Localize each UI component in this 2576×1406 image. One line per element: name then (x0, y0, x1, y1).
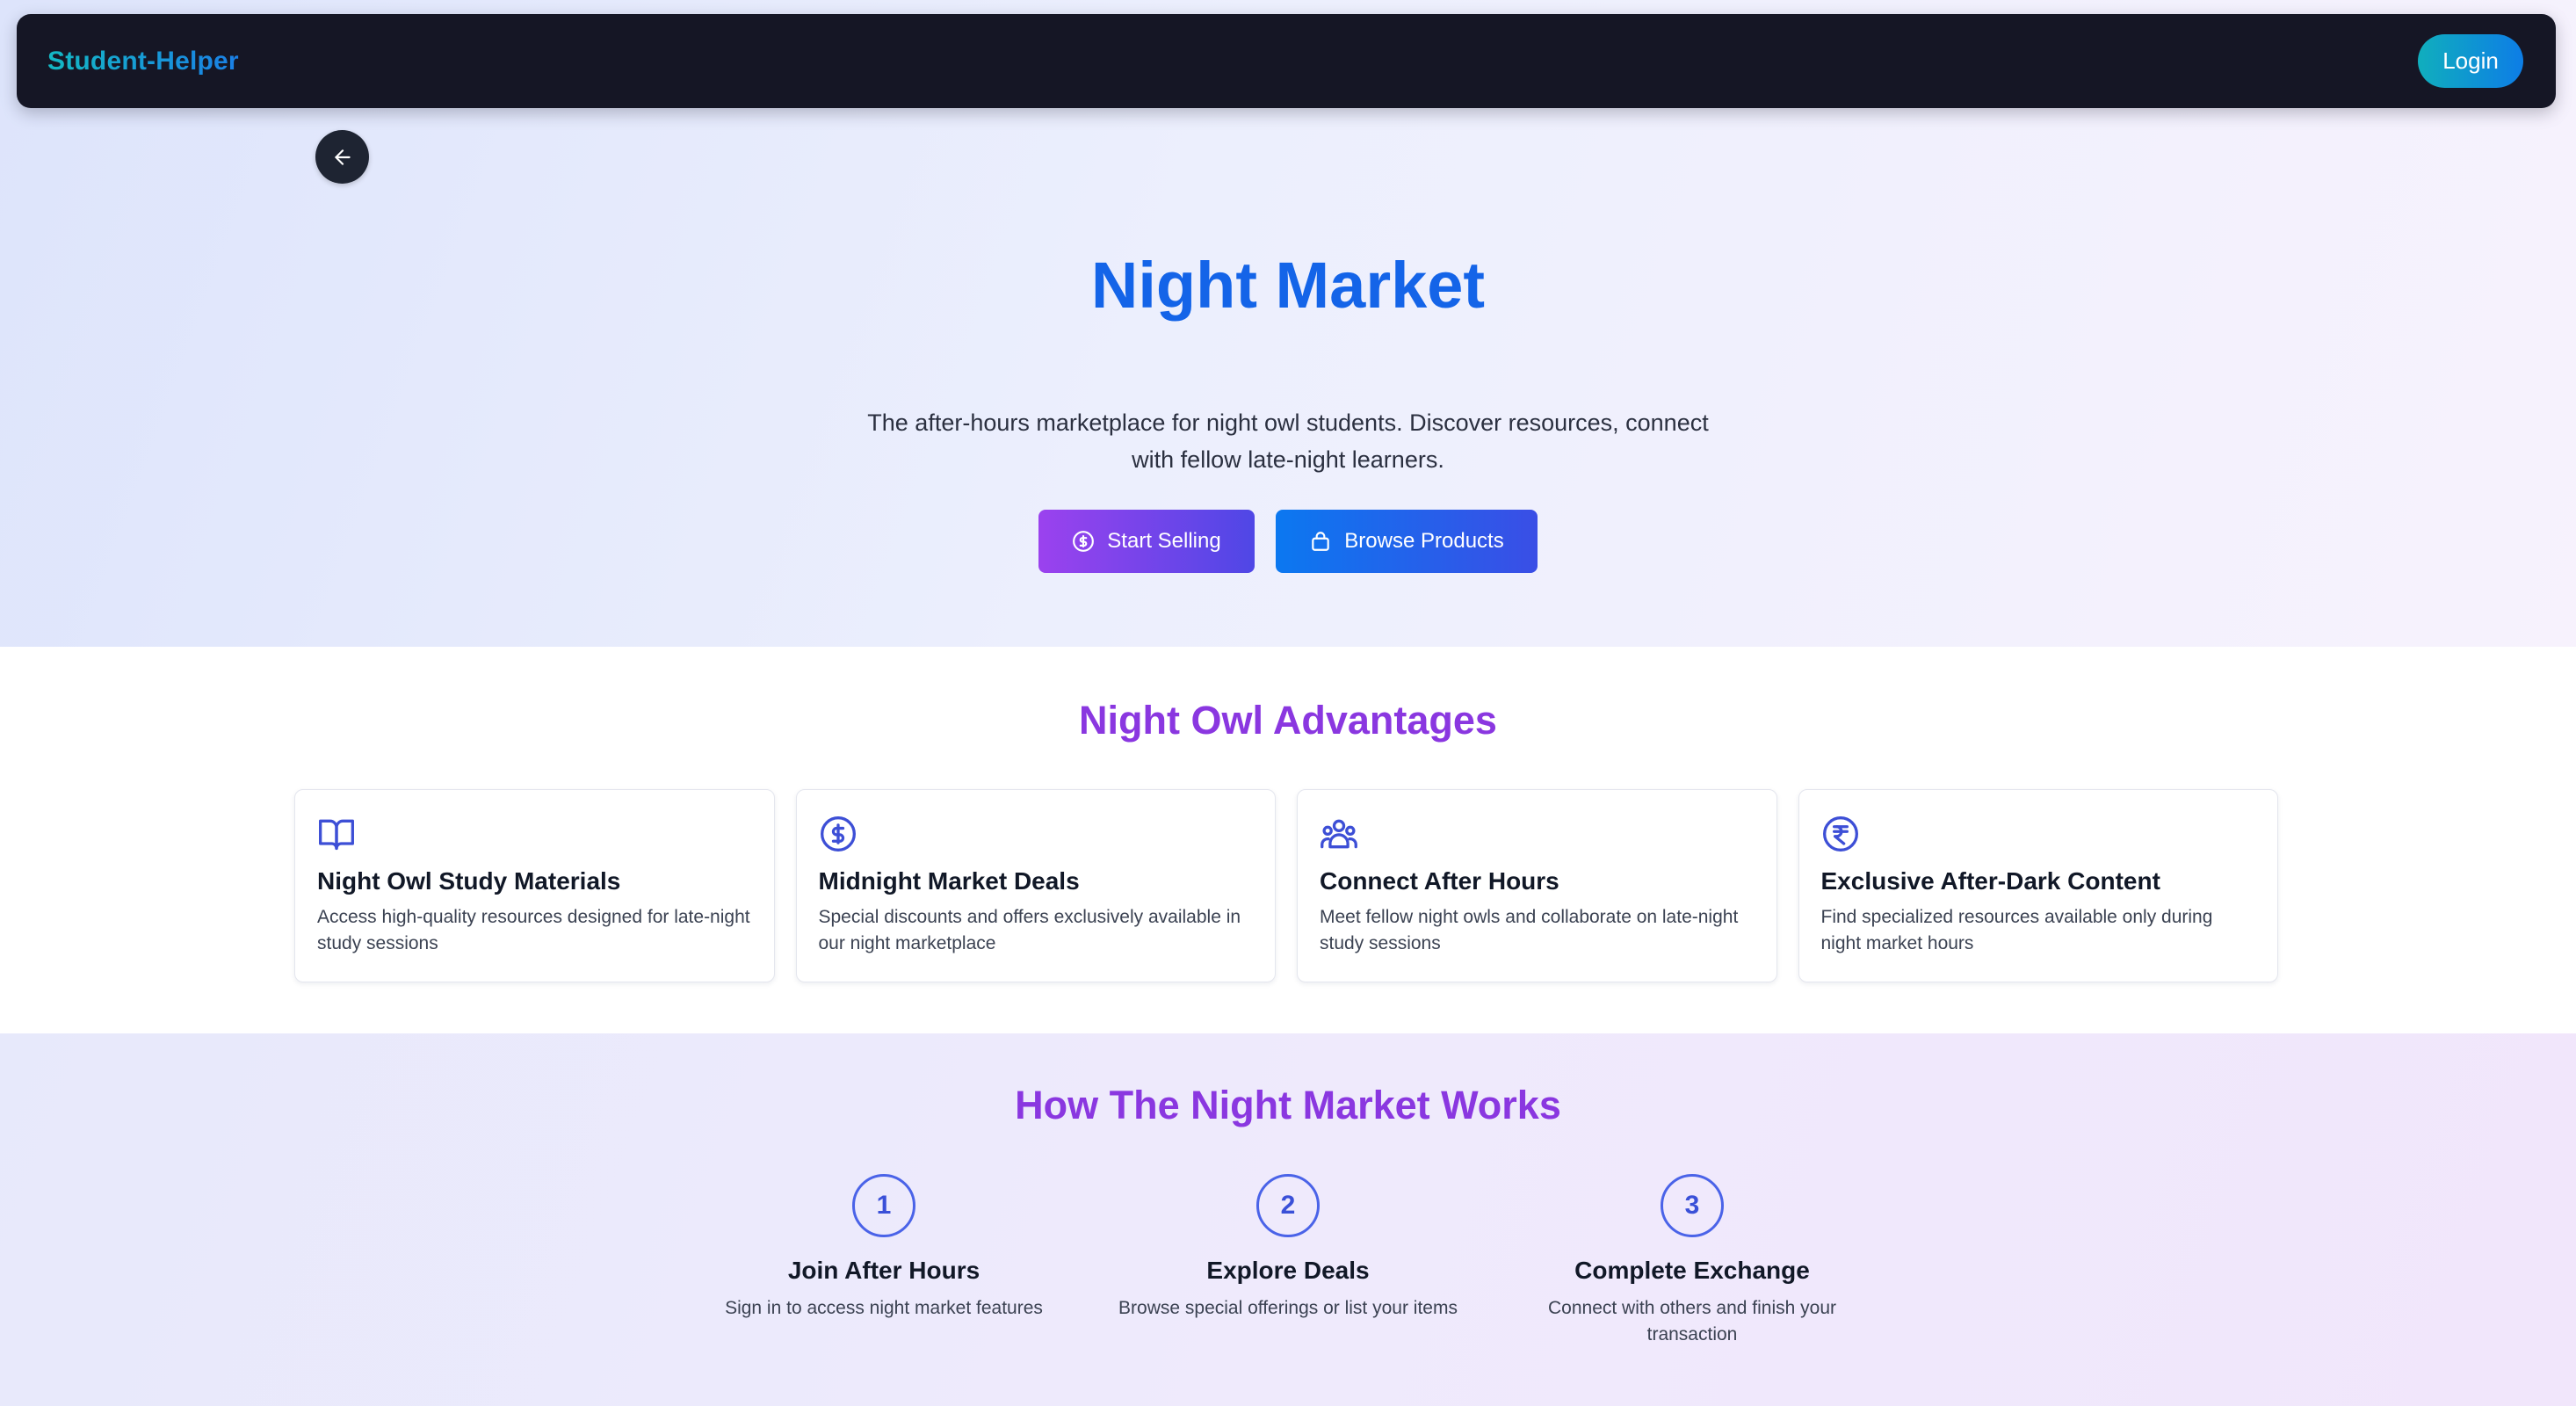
navbar: Student-Helper Login (17, 14, 2556, 108)
card-description: Meet fellow night owls and collaborate o… (1320, 907, 1739, 953)
advantage-card: Exclusive After-Dark Content Find specia… (1798, 789, 2278, 982)
step-title: Join After Hours (787, 1257, 980, 1284)
back-button[interactable] (315, 130, 369, 184)
step-item: 3 Complete Exchange Connect with others … (1515, 1174, 1870, 1348)
rupee-circle-icon (1822, 816, 1858, 852)
step-number: 1 (852, 1174, 915, 1237)
step-title: Complete Exchange (1574, 1257, 1810, 1284)
card-description: Special discounts and offers exclusively… (818, 907, 1241, 953)
book-icon (319, 819, 354, 851)
steps-list: 1 Join After Hours Sign in to access nig… (0, 1174, 2576, 1348)
login-button[interactable]: Login (2418, 34, 2523, 88)
advantage-card: Night Owl Study Materials Access high-qu… (294, 789, 775, 982)
how-it-works-title: How The Night Market Works (1015, 1083, 1561, 1127)
dollar-circle-icon (1073, 531, 1095, 552)
step-title: Explore Deals (1206, 1257, 1370, 1284)
step-description: Browse special offerings or list your it… (1118, 1298, 1458, 1318)
page-title: Night Market (1090, 249, 1486, 322)
advantages-title: Night Owl Advantages (1079, 698, 1497, 743)
advantage-card: Connect After Hours Meet fellow night ow… (1297, 789, 1777, 982)
browse-products-label: Browse Products (1344, 529, 1504, 553)
users-icon (1321, 819, 1357, 849)
shopping-bag-icon (1312, 532, 1330, 551)
advantage-card: Midnight Market Deals Special discounts … (795, 789, 1276, 982)
card-title: Connect After Hours (1320, 867, 1559, 895)
browse-products-button[interactable]: Browse Products (1276, 510, 1538, 573)
hero-actions: Start Selling Browse Products (0, 510, 2576, 573)
step-item: 1 Join After Hours Sign in to access nig… (706, 1174, 1061, 1348)
start-selling-button[interactable]: Start Selling (1038, 510, 1255, 573)
step-item: 2 Explore Deals Browse special offerings… (1111, 1174, 1465, 1348)
card-title: Midnight Market Deals (818, 867, 1080, 895)
card-title: Exclusive After-Dark Content (1820, 867, 2160, 895)
page: Student-Helper Login Night Market The af… (0, 0, 2576, 1406)
hero-subtitle: The after-hours marketplace for night ow… (867, 409, 1709, 473)
card-title: Night Owl Study Materials (317, 867, 621, 895)
step-description: Sign in to access night market features (725, 1298, 1043, 1318)
card-description: Find specialized resources available onl… (1820, 907, 2213, 953)
advantages-cards: Night Owl Study Materials Access high-qu… (294, 789, 2278, 982)
brand-logo[interactable]: Student-Helper (47, 47, 239, 76)
step-number: 3 (1661, 1174, 1724, 1237)
card-description: Access high-quality resources designed f… (317, 907, 750, 953)
arrow-left-icon (334, 149, 351, 165)
start-selling-label: Start Selling (1107, 529, 1221, 553)
step-description: Connect with others and finish your tran… (1547, 1298, 1836, 1344)
step-number: 2 (1256, 1174, 1320, 1237)
dollar-circle-icon (820, 816, 856, 852)
